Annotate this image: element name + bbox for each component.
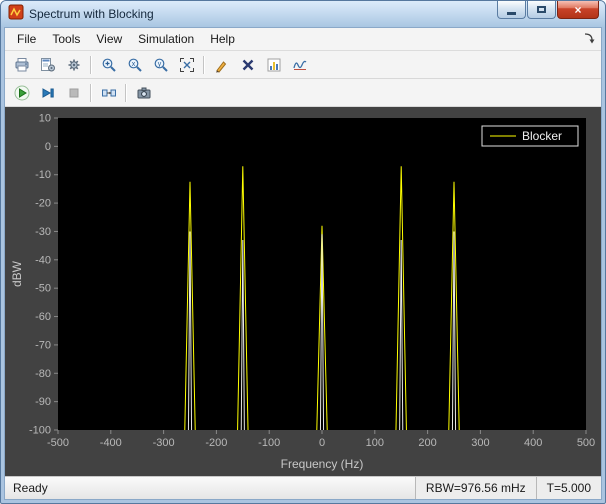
svg-text:0: 0: [319, 437, 325, 449]
step-forward-button[interactable]: [35, 81, 60, 104]
svg-text:-500: -500: [47, 437, 69, 449]
svg-text:-20: -20: [35, 197, 51, 209]
spectrum-analyzer-window: Spectrum with Blocking × File Tools View…: [0, 0, 606, 504]
svg-text:-40: -40: [35, 254, 51, 266]
figure-area: -500-400-300-200-1000100200300400500100-…: [5, 107, 601, 476]
svg-text:Blocker: Blocker: [522, 129, 562, 143]
svg-text:-10: -10: [35, 169, 51, 181]
svg-text:400: 400: [524, 437, 542, 449]
print-button[interactable]: [9, 53, 34, 76]
svg-text:300: 300: [471, 437, 489, 449]
menu-tools[interactable]: Tools: [44, 29, 88, 49]
svg-text:100: 100: [366, 437, 384, 449]
configuration-properties-button[interactable]: [61, 53, 86, 76]
distortion-measurements-icon: [292, 57, 308, 73]
zoom-in-button[interactable]: [96, 53, 121, 76]
svg-text:-100: -100: [29, 424, 51, 436]
status-bar: Ready RBW=976.56 mHz T=5.000: [5, 476, 601, 499]
svg-text:Frequency (Hz): Frequency (Hz): [281, 457, 364, 471]
svg-text:-90: -90: [35, 396, 51, 408]
svg-text:-400: -400: [100, 437, 122, 449]
menu-help[interactable]: Help: [202, 29, 243, 49]
peak-finder-button[interactable]: [209, 53, 234, 76]
zoom-x-button[interactable]: x: [122, 53, 147, 76]
rbw-readout: RBW=976.56 mHz: [415, 477, 536, 499]
zoom-x-icon: x: [127, 57, 143, 73]
signal-statistics-icon: [266, 57, 282, 73]
menu-simulation[interactable]: Simulation: [130, 29, 202, 49]
print-icon: [14, 57, 30, 73]
cursor-measurements-button[interactable]: [235, 53, 260, 76]
maximize-icon: [537, 6, 546, 13]
svg-text:y: y: [157, 61, 161, 68]
svg-text:10: 10: [39, 112, 51, 124]
svg-text:-200: -200: [205, 437, 227, 449]
svg-text:-300: -300: [153, 437, 175, 449]
toolbar-separator: [203, 56, 205, 74]
show-simulink-block-button[interactable]: [96, 81, 121, 104]
signal-statistics-button[interactable]: [261, 53, 286, 76]
spectrum-settings-icon: [40, 57, 56, 73]
svg-text:-70: -70: [35, 339, 51, 351]
zoom-y-icon: y: [153, 57, 169, 73]
fit-to-view-button[interactable]: [174, 53, 199, 76]
close-button[interactable]: ×: [557, 1, 599, 19]
main-toolbar: x y: [5, 51, 601, 79]
simulation-toolbar: [5, 79, 601, 107]
toolbar-separator: [90, 56, 92, 74]
snapshot-button[interactable]: [131, 81, 156, 104]
menu-bar: File Tools View Simulation Help: [5, 28, 601, 51]
minimize-icon: [507, 12, 516, 15]
svg-text:0: 0: [45, 140, 51, 152]
spectrum-settings-button[interactable]: [35, 53, 60, 76]
menu-view[interactable]: View: [88, 29, 130, 49]
zoom-in-icon: [101, 57, 117, 73]
close-icon: ×: [574, 4, 581, 16]
title-bar[interactable]: Spectrum with Blocking ×: [1, 1, 605, 27]
svg-text:500: 500: [577, 437, 595, 449]
run-button[interactable]: [9, 81, 34, 104]
stop-button[interactable]: [61, 81, 86, 104]
svg-text:-100: -100: [258, 437, 280, 449]
toolbar-separator: [125, 84, 127, 102]
distortion-measurements-button[interactable]: [287, 53, 312, 76]
svg-text:200: 200: [418, 437, 436, 449]
window-icon: [8, 4, 24, 25]
step-forward-icon: [40, 85, 56, 101]
snapshot-icon: [136, 85, 152, 101]
maximize-button[interactable]: [527, 1, 556, 19]
toolbar-separator: [90, 84, 92, 102]
peak-finder-icon: [214, 57, 230, 73]
minimize-button[interactable]: [497, 1, 526, 19]
fit-to-view-icon: [179, 57, 195, 73]
cursor-measurements-icon: [240, 57, 256, 73]
stop-icon: [66, 85, 82, 101]
run-icon: [14, 85, 30, 101]
svg-text:-50: -50: [35, 282, 51, 294]
configuration-properties-icon: [66, 57, 82, 73]
svg-text:-60: -60: [35, 311, 51, 323]
spectrum-plot[interactable]: -500-400-300-200-1000100200300400500100-…: [8, 108, 598, 476]
show-simulink-block-icon: [101, 85, 117, 101]
status-text: Ready: [5, 477, 415, 499]
dock-arrow-icon[interactable]: [582, 31, 596, 48]
client-area: File Tools View Simulation Help: [4, 27, 602, 500]
zoom-y-button[interactable]: y: [148, 53, 173, 76]
time-readout: T=5.000: [536, 477, 601, 499]
svg-text:-80: -80: [35, 367, 51, 379]
svg-text:x: x: [131, 61, 135, 68]
svg-text:-30: -30: [35, 225, 51, 237]
menu-file[interactable]: File: [9, 29, 44, 49]
svg-text:dBW: dBW: [10, 260, 24, 287]
